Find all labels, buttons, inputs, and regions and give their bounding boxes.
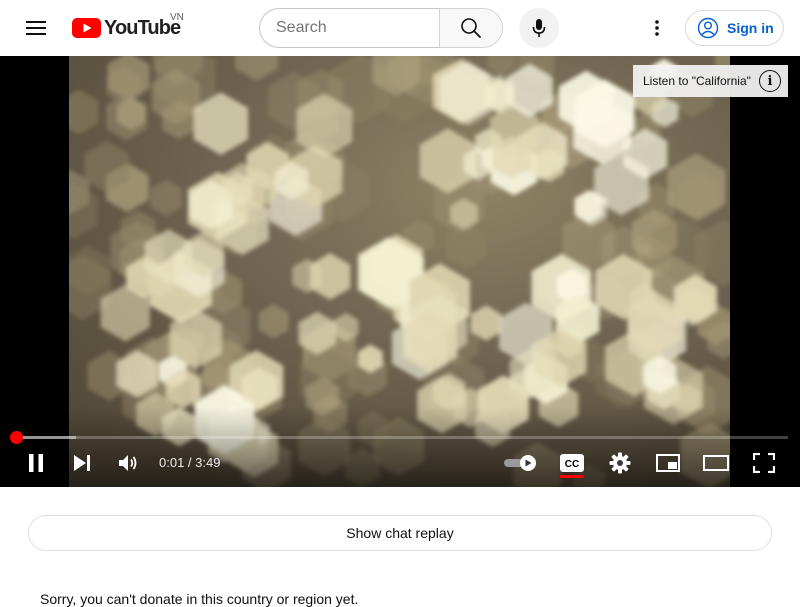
- captions-active-indicator: [560, 475, 584, 478]
- microphone-icon: [532, 19, 546, 37]
- logo-wordmark: YouTube: [104, 17, 181, 39]
- vertical-dots-icon: [655, 20, 659, 36]
- guide-menu-button[interactable]: [16, 12, 56, 44]
- autoplay-toggle-icon: [504, 455, 536, 471]
- settings-button[interactable]: [604, 446, 636, 480]
- miniplayer-icon: [656, 454, 680, 472]
- next-icon: [74, 455, 90, 471]
- youtube-play-logo-icon: [72, 18, 101, 38]
- progress-bar[interactable]: [12, 436, 788, 439]
- more-options-button[interactable]: [637, 8, 677, 48]
- voice-search-button[interactable]: [519, 8, 559, 48]
- autoplay-toggle[interactable]: [503, 446, 539, 480]
- search-input[interactable]: [276, 19, 426, 37]
- time-display: 0:01 / 3:49: [159, 455, 221, 470]
- hamburger-icon: [26, 21, 46, 35]
- settings-icon: [609, 452, 631, 474]
- info-icon[interactable]: i: [759, 70, 781, 92]
- theater-mode-icon: [703, 455, 729, 471]
- sign-in-label: Sign in: [727, 20, 774, 36]
- region-code: VN: [170, 12, 184, 23]
- fullscreen-icon: [753, 453, 775, 473]
- show-chat-replay-label: Show chat replay: [346, 525, 454, 541]
- pause-button[interactable]: [20, 446, 52, 480]
- info-card-teaser[interactable]: Listen to "California" i: [633, 65, 788, 97]
- video-frame[interactable]: [69, 56, 730, 487]
- account-icon: [697, 17, 719, 39]
- sign-in-button[interactable]: Sign in: [685, 10, 784, 46]
- progress-scrubber[interactable]: [10, 431, 23, 444]
- info-card-text: Listen to "California": [643, 74, 751, 88]
- pause-icon: [29, 454, 43, 472]
- donate-unavailable-message: Sorry, you can't donate in this country …: [40, 591, 359, 607]
- search-icon: [461, 18, 481, 38]
- masthead: YouTube VN Sign in: [0, 0, 800, 56]
- next-button[interactable]: [66, 446, 98, 480]
- mute-button[interactable]: [113, 446, 145, 480]
- search-box: [259, 8, 440, 48]
- video-bokeh-image: [69, 56, 730, 487]
- youtube-logo[interactable]: YouTube: [72, 15, 181, 41]
- svg-text:CC: CC: [565, 459, 579, 470]
- theater-mode-button[interactable]: [700, 446, 732, 480]
- miniplayer-button[interactable]: [652, 446, 684, 480]
- captions-icon: CC: [560, 454, 584, 472]
- show-chat-replay-button[interactable]: Show chat replay: [28, 515, 772, 551]
- search-button[interactable]: [439, 8, 503, 48]
- video-player[interactable]: Listen to "California" i 0:01 / 3:49 CC: [0, 56, 800, 487]
- fullscreen-button[interactable]: [748, 446, 780, 480]
- volume-icon: [119, 455, 137, 471]
